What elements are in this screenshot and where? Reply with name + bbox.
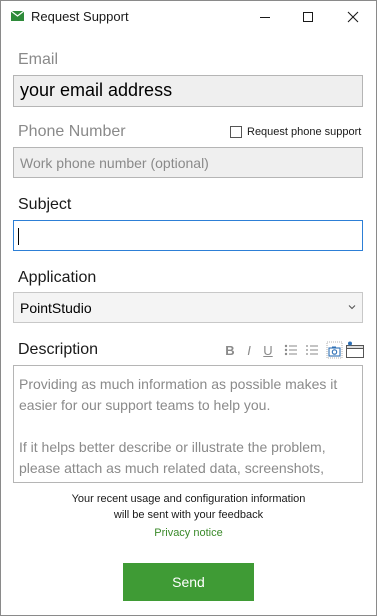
close-button[interactable]	[330, 1, 376, 32]
chevron-down-icon	[348, 305, 356, 310]
minimize-button[interactable]	[242, 1, 288, 32]
screenshot-icon[interactable]	[345, 341, 365, 359]
phone-support-checkbox[interactable]: Request phone support	[230, 126, 361, 138]
application-label: Application	[18, 269, 97, 286]
italic-button[interactable]: I	[244, 341, 254, 359]
application-select[interactable]: PointStudio	[13, 292, 363, 323]
minimize-icon	[260, 16, 270, 18]
numbered-list-icon[interactable]	[305, 341, 319, 359]
phone-field[interactable]: Work phone number (optional)	[13, 147, 363, 178]
email-label: Email	[18, 51, 59, 68]
privacy-notice-link[interactable]: Privacy notice	[1, 527, 376, 539]
camera-icon[interactable]	[326, 341, 343, 359]
phone-label: Phone Number	[18, 123, 126, 140]
request-support-window: Request Support Email your email address…	[0, 0, 377, 616]
bold-button[interactable]: B	[224, 341, 236, 359]
send-button[interactable]: Send	[123, 563, 254, 601]
description-label: Description	[18, 341, 99, 358]
phone-support-label: Request phone support	[247, 126, 362, 138]
bullet-list-icon[interactable]	[284, 341, 298, 359]
phone-placeholder: Work phone number (optional)	[20, 155, 209, 171]
window-title: Request Support	[31, 9, 129, 24]
placeholder-paragraph-2: If it helps better describe or illustrat…	[19, 439, 326, 482]
mail-icon	[11, 10, 24, 21]
description-textarea[interactable]: Providing as much information as possibl…	[13, 365, 363, 483]
maximize-icon	[303, 11, 313, 22]
usage-notice: Your recent usage and configuration info…	[1, 491, 376, 523]
application-selected: PointStudio	[20, 300, 92, 316]
maximize-button[interactable]	[285, 1, 331, 32]
placeholder-paragraph-1: Providing as much information as possibl…	[19, 376, 338, 413]
text-caret	[18, 228, 19, 245]
subject-label: Subject	[18, 196, 72, 213]
title-bar: Request Support	[1, 1, 376, 32]
checkbox-box[interactable]	[230, 126, 242, 138]
notice-line-2: will be sent with your feedback	[113, 509, 264, 521]
email-value: your email address	[20, 80, 173, 100]
email-field[interactable]: your email address	[13, 75, 363, 107]
description-placeholder: Providing as much information as possibl…	[19, 374, 357, 482]
subject-input[interactable]	[13, 220, 363, 251]
close-icon	[347, 11, 359, 22]
underline-button[interactable]: U	[262, 341, 274, 359]
notice-line-1: Your recent usage and configuration info…	[71, 493, 306, 505]
